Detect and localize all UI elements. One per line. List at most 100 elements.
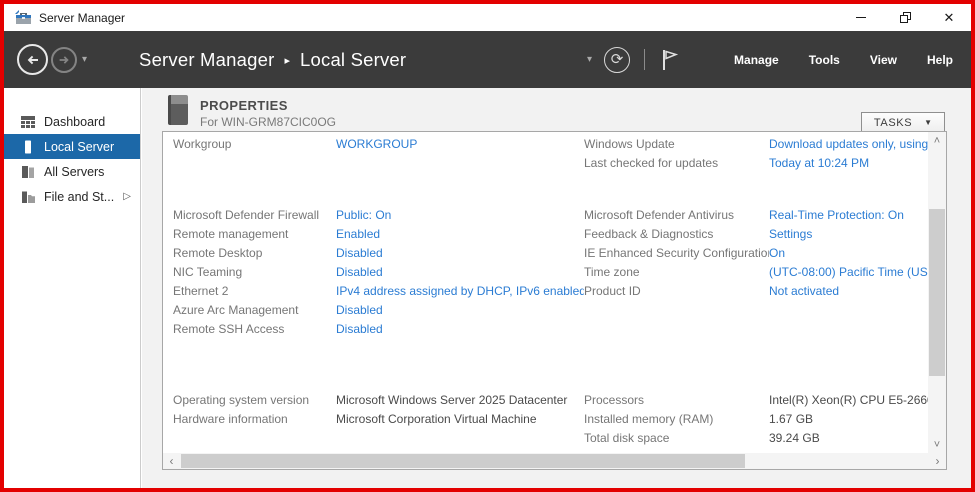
horizontal-scrollbar-thumb[interactable] — [181, 454, 745, 468]
window-title: Server Manager — [39, 10, 126, 25]
notifications-flag-button[interactable] — [661, 49, 679, 71]
menu-view[interactable]: View — [870, 45, 897, 75]
property-label: Product ID — [584, 283, 641, 298]
property-value-link[interactable]: Settings — [769, 227, 928, 241]
close-button[interactable]: ✕ — [927, 4, 971, 31]
menu-help[interactable]: Help — [927, 45, 953, 75]
property-value-link[interactable]: Real-Time Protection: On — [769, 208, 928, 222]
property-label: Last checked for updates — [584, 155, 719, 170]
back-icon — [27, 55, 38, 64]
forward-button[interactable] — [51, 46, 77, 73]
tasks-button-label: TASKS — [873, 116, 913, 129]
flag-icon — [663, 49, 679, 70]
scope-dropdown-caret-icon[interactable]: ▾ — [587, 54, 592, 65]
menu-manage[interactable]: Manage — [734, 45, 779, 75]
section-title: PROPERTIES — [200, 98, 288, 113]
property-row: Total disk space 39.24 GB — [163, 428, 928, 447]
restore-icon — [899, 12, 911, 23]
property-label: IE Enhanced Security Configuration — [584, 245, 769, 260]
horizontal-scrollbar[interactable]: ‹ › — [163, 453, 946, 469]
property-group: Workgroup WORKGROUP Windows Update Download… — [163, 134, 928, 172]
back-button[interactable] — [17, 44, 48, 75]
sidebar-item-all-servers[interactable]: All Servers — [4, 159, 140, 184]
property-label: Workgroup — [173, 136, 232, 151]
breadcrumb-separator-icon: ▸ — [284, 54, 291, 67]
property-value-link[interactable]: On — [769, 246, 928, 260]
property-value-link[interactable]: WORKGROUP — [336, 137, 584, 151]
property-value-link[interactable]: IPv4 address assigned by DHCP, IPv6 enab… — [336, 284, 584, 298]
section-subtitle: For WIN-GRM87CIC0OG — [200, 115, 337, 129]
sidebar-item-file-and-st[interactable]: File and St... ▷ — [4, 184, 140, 209]
property-value-link[interactable]: Public: On — [336, 208, 584, 222]
tasks-button[interactable]: TASKS ▼ — [861, 112, 945, 133]
navbar: ▾ Server Manager ▸ Local Server ▾ ⟳ Mana… — [4, 31, 971, 88]
properties-rows: Workgroup WORKGROUP Windows Update Download… — [163, 132, 928, 453]
restore-button[interactable] — [883, 4, 927, 31]
property-label: Processors — [584, 392, 645, 407]
property-row: Hardware information Microsoft Corporatio… — [163, 409, 928, 428]
property-row: Remote management Enabled Feedback & Diagn… — [163, 224, 928, 243]
property-value-link[interactable]: Today at 10:24 PM — [769, 156, 928, 170]
property-label: Time zone — [584, 264, 640, 279]
sidebar-item-label: File and St... — [44, 189, 115, 204]
menu-bar: Manage Tools View Help — [704, 45, 953, 75]
property-label: Microsoft Defender Antivirus — [584, 207, 735, 222]
servers-icon — [21, 165, 35, 179]
property-label: Remote management — [173, 226, 289, 241]
sidebar-item-label: All Servers — [44, 164, 105, 179]
breadcrumb-root[interactable]: Server Manager — [139, 49, 274, 71]
tasks-caret-icon: ▼ — [924, 118, 933, 127]
property-row: Remote Desktop Disabled IE Enhanced Securi… — [163, 243, 928, 262]
titlebar: Server Manager ✕ — [4, 4, 971, 31]
properties-panel: Workgroup WORKGROUP Windows Update Download… — [162, 131, 947, 470]
property-row: NIC Teaming Disabled Time zone (UTC-08:00) … — [163, 262, 928, 281]
scroll-right-icon[interactable]: › — [929, 453, 946, 469]
navbar-divider — [644, 49, 646, 70]
vertical-scrollbar[interactable]: ˄ ˅ — [928, 132, 946, 453]
scroll-up-icon[interactable]: ˄ — [928, 132, 946, 149]
sidebar-item-dashboard[interactable]: Dashboard — [4, 109, 140, 134]
property-value-link[interactable]: Disabled — [336, 322, 584, 336]
property-label: Azure Arc Management — [173, 302, 299, 317]
menu-tools[interactable]: Tools — [809, 45, 840, 75]
property-value-link[interactable]: Download updates only, using — [769, 137, 928, 151]
minimize-button[interactable] — [839, 4, 883, 31]
property-label: Microsoft Defender Firewall — [173, 207, 320, 222]
dashboard-icon — [21, 115, 35, 129]
property-row: Operating system version Microsoft Window… — [163, 390, 928, 409]
property-value-link[interactable]: Disabled — [336, 265, 584, 279]
property-label: Hardware information — [173, 411, 288, 426]
close-icon: ✕ — [943, 10, 955, 25]
sidebar-item-label: Local Server — [44, 139, 115, 154]
scroll-left-icon[interactable]: ‹ — [163, 453, 180, 469]
property-value-link[interactable]: Not activated — [769, 284, 928, 298]
property-value-link[interactable]: (UTC-08:00) Pacific Time (US & — [769, 265, 928, 279]
property-label: Total disk space — [584, 430, 670, 445]
expand-chevron-icon[interactable]: ▷ — [123, 191, 131, 202]
refresh-button[interactable]: ⟳ — [604, 46, 631, 73]
content-area: PROPERTIES For WIN-GRM87CIC0OG TASKS ▼ W… — [142, 88, 971, 488]
property-row: Azure Arc Management Disabled — [163, 300, 928, 319]
property-value: Microsoft Windows Server 2025 Datacenter — [336, 392, 568, 407]
property-value-link[interactable]: Disabled — [336, 246, 584, 260]
sidebar-item-local-server[interactable]: Local Server — [4, 134, 140, 159]
forward-icon — [59, 55, 69, 64]
breadcrumb: Server Manager ▸ Local Server — [139, 49, 406, 71]
property-value: Microsoft Corporation Virtual Machine — [336, 411, 537, 426]
property-value-link[interactable]: Enabled — [336, 227, 584, 241]
scroll-down-icon[interactable]: ˅ — [928, 436, 946, 453]
property-row: Remote SSH Access Disabled — [163, 319, 928, 338]
property-row: Last checked for updates Today at 10:24 P… — [163, 153, 928, 172]
property-row: Microsoft Defender Firewall Public: On Mic… — [163, 205, 928, 224]
server-icon — [21, 140, 35, 154]
vertical-scrollbar-thumb[interactable] — [929, 209, 945, 376]
minimize-icon — [856, 17, 866, 18]
server-manager-window: Server Manager ✕ ▾ Server Manager ▸ Loca… — [0, 0, 975, 492]
property-label: Operating system version — [173, 392, 310, 407]
refresh-icon: ⟳ — [610, 51, 624, 68]
property-group: Microsoft Defender Firewall Public: On Mic… — [163, 205, 928, 338]
property-label: NIC Teaming — [173, 264, 243, 279]
property-value-link[interactable]: Disabled — [336, 303, 584, 317]
property-value: Intel(R) Xeon(R) CPU E5-2660 v — [769, 392, 928, 407]
history-dropdown-caret-icon[interactable]: ▾ — [82, 54, 87, 65]
